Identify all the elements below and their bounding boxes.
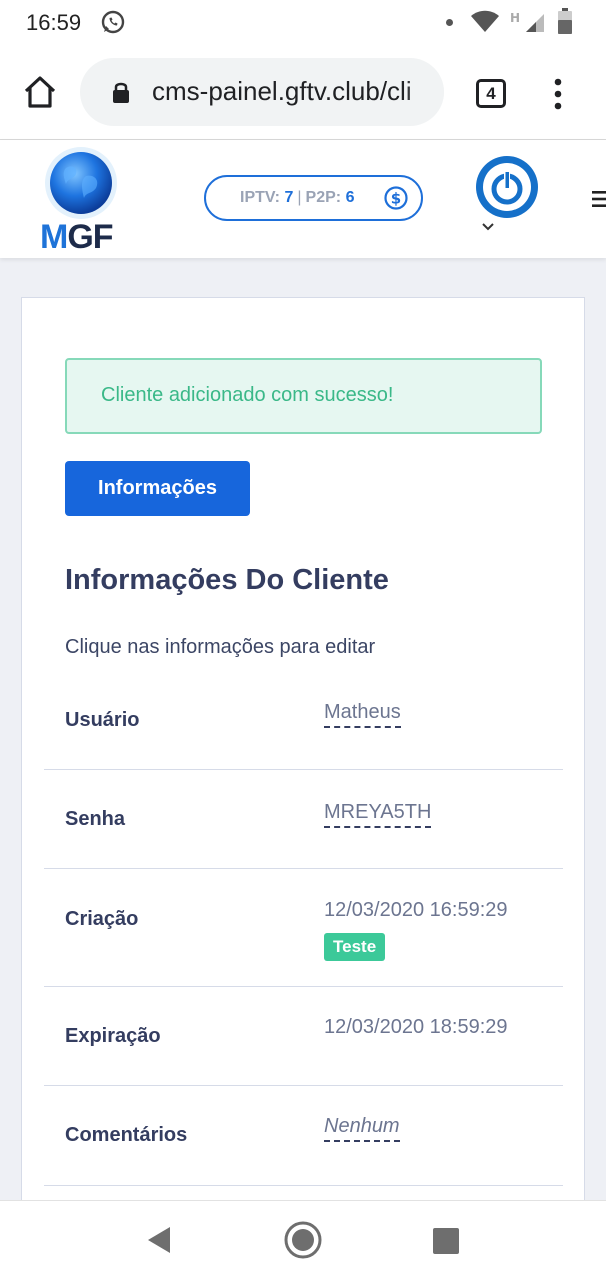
globe-logo-icon[interactable] bbox=[44, 146, 118, 220]
recents-icon[interactable] bbox=[433, 1228, 459, 1254]
username-value[interactable]: Matheus bbox=[324, 701, 401, 728]
home-circle-icon[interactable] bbox=[284, 1221, 322, 1259]
whatsapp-icon bbox=[101, 10, 125, 34]
credits-pill[interactable]: IPTV: 7 | P2P: 6 $ bbox=[204, 175, 423, 221]
url-fade bbox=[404, 58, 444, 126]
lock-icon bbox=[113, 82, 129, 103]
info-row-expiracao: Expiração 12/03/2020 18:59:29 bbox=[44, 987, 563, 1086]
url-text: cms-painel.gftv.club/cli bbox=[152, 76, 412, 106]
battery-icon bbox=[558, 8, 572, 34]
info-row-comentarios: Comentários Nenhum bbox=[44, 1086, 563, 1186]
row-label: Comentários bbox=[65, 1124, 188, 1146]
section-hint: Clique nas informações para editar bbox=[65, 636, 376, 658]
tab-count-button[interactable]: 4 bbox=[476, 79, 506, 108]
dot-icon bbox=[446, 19, 453, 26]
row-label: Usuário bbox=[65, 709, 140, 731]
content-card: Cliente adicionado com sucesso! Informaç… bbox=[21, 297, 585, 1217]
chevron-down-icon[interactable] bbox=[481, 222, 495, 232]
alert-message: Cliente adicionado com sucesso! bbox=[101, 384, 394, 406]
row-label: Senha bbox=[65, 808, 126, 830]
more-vert-icon[interactable] bbox=[552, 78, 564, 110]
iptv-count: 7 bbox=[284, 189, 294, 206]
test-badge: Teste bbox=[324, 933, 386, 961]
info-row-senha: Senha MREYA5TH bbox=[44, 770, 563, 869]
informacoes-button[interactable]: Informações bbox=[65, 461, 250, 516]
status-time: 16:59 bbox=[26, 10, 82, 35]
home-icon[interactable] bbox=[22, 74, 58, 110]
back-icon[interactable] bbox=[146, 1225, 172, 1255]
svg-text:H: H bbox=[510, 11, 520, 25]
expiration-date-value: 12/03/2020 18:59:29 bbox=[324, 1016, 508, 1038]
dollar-icon: $ bbox=[384, 186, 408, 210]
address-bar[interactable]: cms-painel.gftv.club/cli bbox=[80, 58, 444, 126]
browser-toolbar: cms-painel.gftv.club/cli 4 bbox=[0, 44, 606, 140]
credits-text: IPTV: 7 | P2P: 6 bbox=[240, 189, 355, 206]
signal-h-icon: H bbox=[510, 11, 544, 32]
system-nav-bar bbox=[0, 1200, 606, 1280]
info-row-criacao: Criação 12/03/2020 16:59:29 Teste bbox=[44, 869, 563, 987]
success-alert: Cliente adicionado com sucesso! bbox=[65, 358, 542, 434]
password-value[interactable]: MREYA5TH bbox=[324, 801, 432, 828]
svg-text:$: $ bbox=[391, 190, 401, 208]
site-header: MGF IPTV: 7 | P2P: 6 $ bbox=[0, 140, 606, 258]
wifi-icon bbox=[471, 10, 499, 32]
comments-value[interactable]: Nenhum bbox=[324, 1115, 400, 1142]
status-bar: 16:59 H bbox=[0, 0, 606, 44]
info-row-usuario: Usuário Matheus bbox=[44, 688, 563, 770]
avatar[interactable] bbox=[476, 156, 538, 218]
p2p-count: 6 bbox=[345, 189, 355, 206]
row-label: Expiração bbox=[65, 1025, 161, 1047]
logo-text: MGF bbox=[40, 218, 114, 256]
hamburger-menu-icon[interactable] bbox=[592, 190, 606, 208]
row-label: Criação bbox=[65, 908, 139, 930]
section-title: Informações Do Cliente bbox=[65, 564, 389, 596]
creation-date-value: 12/03/2020 16:59:29 bbox=[324, 899, 508, 921]
